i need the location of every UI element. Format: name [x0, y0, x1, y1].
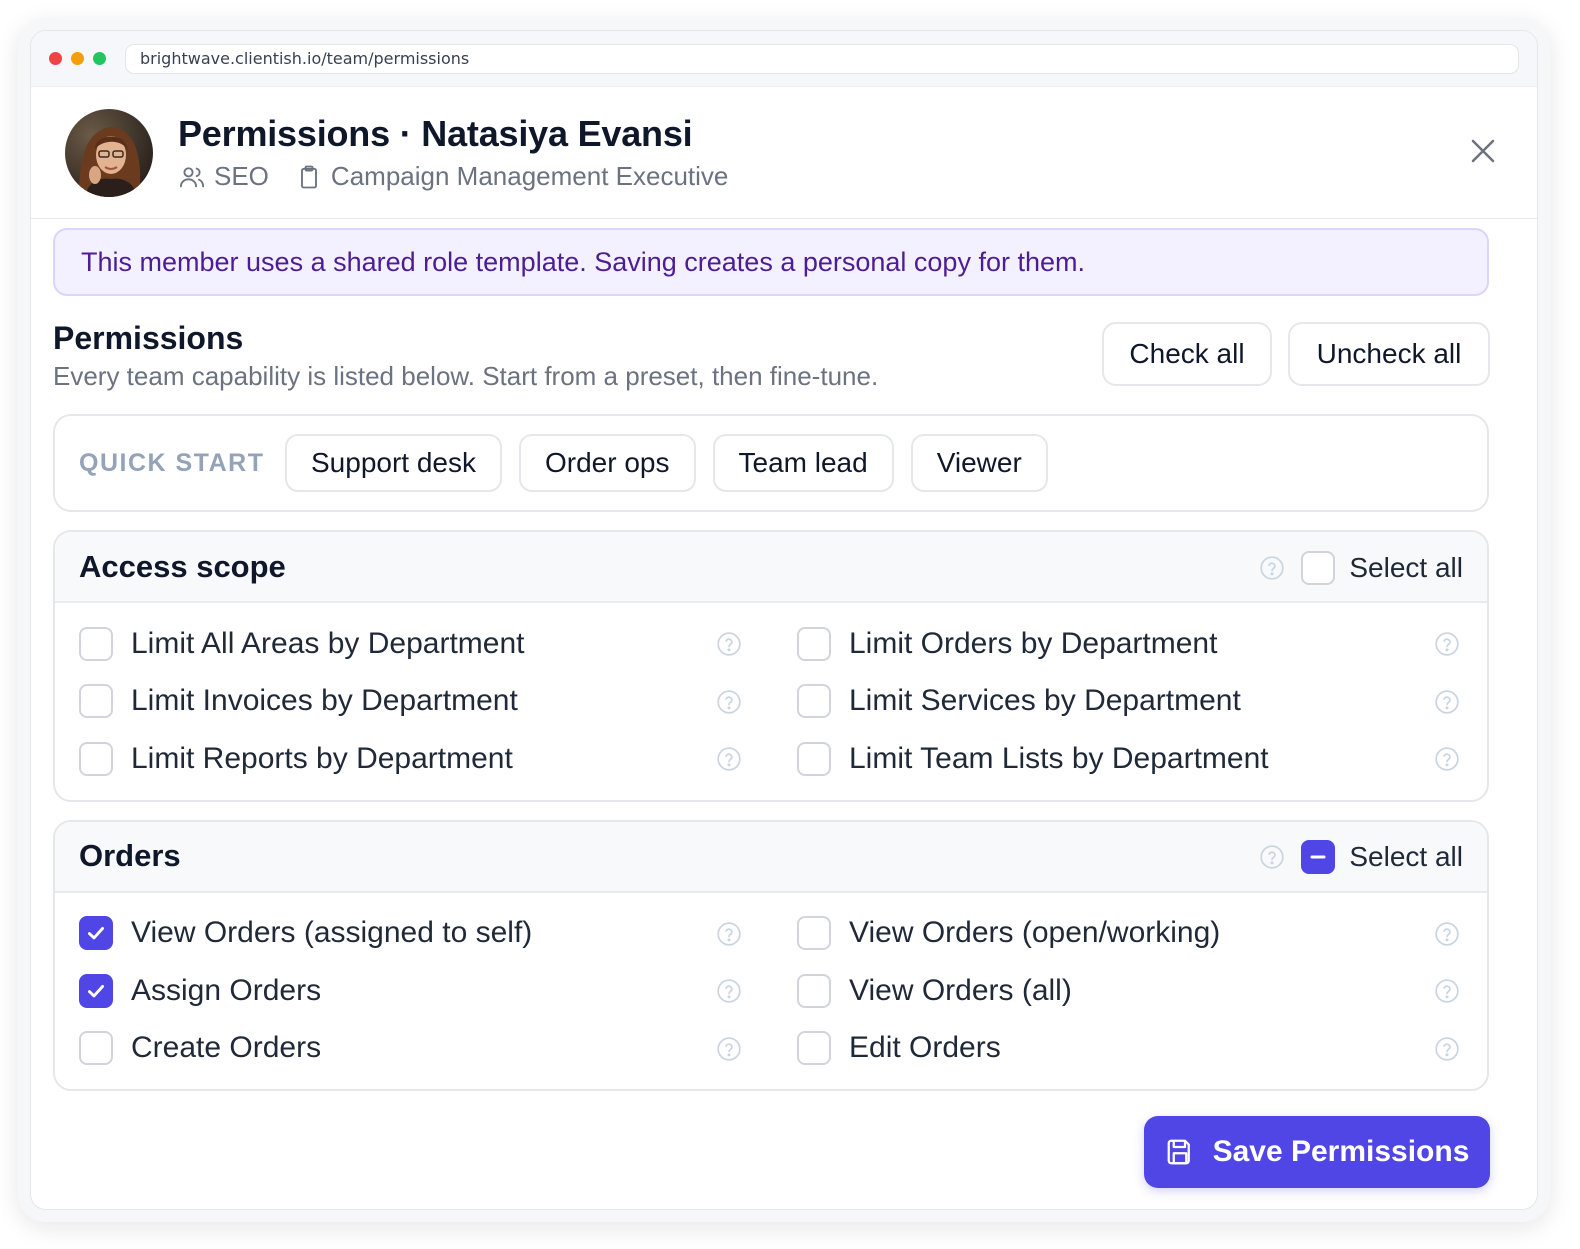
quick-start-bar: QUICK START Support desk Order ops Team … — [53, 414, 1489, 512]
section-header: Access scope Select all — [55, 532, 1487, 603]
select-all-checkbox[interactable] — [1301, 550, 1336, 585]
permission-checkbox[interactable] — [79, 916, 113, 951]
save-permissions-button[interactable]: Save Permissions — [1144, 1116, 1490, 1188]
permission-checkbox[interactable] — [79, 1031, 113, 1066]
member-meta: SEO Campaign Management Executive — [178, 161, 728, 192]
help-icon[interactable] — [1259, 844, 1285, 870]
section-access-scope: Access scope Select all Limit All Areas … — [53, 530, 1489, 802]
permissions-title: Permissions — [53, 320, 244, 356]
help-icon[interactable] — [716, 631, 742, 657]
permission-label: Limit Invoices by Department — [131, 684, 518, 718]
permission-item[interactable]: Limit Invoices by Department — [79, 673, 742, 731]
help-icon[interactable] — [1434, 921, 1460, 947]
permission-checkbox[interactable] — [797, 684, 831, 719]
preset-support-desk[interactable]: Support desk — [285, 434, 502, 492]
close-window-dot[interactable] — [49, 52, 62, 65]
select-all-label: Select all — [1349, 551, 1463, 583]
select-all-label: Select all — [1349, 841, 1463, 872]
save-label: Save Permissions — [1212, 1135, 1470, 1168]
permission-checkbox[interactable] — [797, 916, 831, 951]
permission-checkbox[interactable] — [797, 741, 831, 776]
permission-item[interactable]: Limit Orders by Department — [797, 615, 1460, 673]
permission-label: View Orders (open/working) — [849, 916, 1221, 950]
permission-checkbox[interactable] — [79, 741, 113, 776]
check-icon — [87, 984, 105, 998]
help-icon[interactable] — [1434, 978, 1460, 1004]
maximize-window-dot[interactable] — [93, 52, 106, 65]
permission-label: Edit Orders — [849, 1031, 1001, 1065]
permission-item[interactable]: Create Orders — [79, 1020, 742, 1078]
permission-checkbox[interactable] — [797, 626, 831, 661]
team-name: SEO — [214, 161, 269, 191]
permission-item[interactable]: Limit All Areas by Department — [79, 615, 742, 673]
page-title: Permissions · Natasiya Evansi — [178, 113, 693, 154]
indeterminate-icon — [1310, 855, 1326, 859]
select-all-checkbox[interactable] — [1301, 840, 1336, 874]
close-icon — [1471, 139, 1495, 163]
permissions-subtitle: Every team capability is listed below. S… — [53, 361, 879, 391]
browser-chrome: brightwave.clientish.io/team/permissions — [31, 31, 1537, 87]
permission-label: Limit Reports by Department — [131, 741, 513, 775]
permission-item[interactable]: View Orders (assigned to self) — [79, 905, 742, 963]
template-notice: This member uses a shared role template.… — [53, 228, 1489, 296]
permission-item[interactable]: Limit Team Lists by Department — [797, 730, 1460, 788]
preset-order-ops[interactable]: Order ops — [519, 434, 696, 492]
permission-checkbox[interactable] — [79, 684, 113, 719]
permission-item[interactable]: View Orders (all) — [797, 962, 1460, 1020]
permission-checkbox[interactable] — [797, 1031, 831, 1066]
permission-checkbox[interactable] — [79, 973, 113, 1008]
permission-label: Limit Team Lists by Department — [849, 741, 1269, 775]
help-icon[interactable] — [1259, 555, 1285, 581]
permission-item[interactable]: View Orders (open/working) — [797, 905, 1460, 963]
save-icon — [1165, 1137, 1195, 1167]
section-header: Orders Select all — [55, 821, 1487, 893]
permission-label: Limit All Areas by Department — [131, 626, 525, 660]
help-icon[interactable] — [1434, 1036, 1460, 1062]
permission-checkbox[interactable] — [797, 973, 831, 1008]
section-title: Orders — [79, 838, 181, 873]
permission-label: Assign Orders — [131, 973, 322, 1007]
permission-label: Limit Services by Department — [849, 684, 1241, 718]
help-icon[interactable] — [1434, 631, 1460, 657]
permission-checkbox[interactable] — [79, 626, 113, 661]
check-all-button[interactable]: Check all — [1102, 322, 1272, 386]
minimize-window-dot[interactable] — [71, 52, 84, 65]
permission-item[interactable]: Limit Reports by Department — [79, 730, 742, 788]
quick-start-label: QUICK START — [79, 448, 265, 477]
help-icon[interactable] — [716, 1036, 742, 1062]
help-icon[interactable] — [716, 921, 742, 947]
preset-viewer[interactable]: Viewer — [910, 434, 1048, 492]
help-icon[interactable] — [716, 978, 742, 1004]
help-icon[interactable] — [1434, 689, 1460, 715]
avatar — [65, 108, 153, 197]
app-frame: brightwave.clientish.io/team/permissions — [18, 18, 1550, 1222]
permission-label: Create Orders — [131, 1031, 322, 1065]
modal-header: Permissions · Natasiya Evansi SEO Campai… — [31, 87, 1537, 219]
modal-body: This member uses a shared role template.… — [53, 228, 1490, 1091]
check-icon — [87, 927, 105, 940]
preset-team-lead[interactable]: Team lead — [712, 434, 894, 492]
clipboard-icon — [295, 163, 323, 191]
close-button[interactable] — [1465, 133, 1501, 169]
section-title: Access scope — [79, 548, 286, 584]
permission-item[interactable]: Edit Orders — [797, 1020, 1460, 1078]
permission-label: View Orders (all) — [849, 973, 1072, 1007]
team-icon — [178, 163, 206, 191]
permissions-header: Permissions Every team capability is lis… — [53, 320, 1490, 398]
help-icon[interactable] — [716, 746, 742, 772]
role-name: Campaign Management Executive — [330, 161, 729, 191]
permission-item[interactable]: Assign Orders — [79, 962, 742, 1020]
permission-item[interactable]: Limit Services by Department — [797, 673, 1460, 731]
section-orders: Orders Select all View Orders (assigned … — [53, 819, 1489, 1091]
permission-label: View Orders (assigned to self) — [131, 916, 533, 950]
uncheck-all-button[interactable]: Uncheck all — [1288, 322, 1490, 386]
help-icon[interactable] — [716, 689, 742, 715]
permission-label: Limit Orders by Department — [849, 626, 1218, 660]
address-bar[interactable]: brightwave.clientish.io/team/permissions — [125, 43, 1519, 74]
help-icon[interactable] — [1434, 746, 1460, 772]
